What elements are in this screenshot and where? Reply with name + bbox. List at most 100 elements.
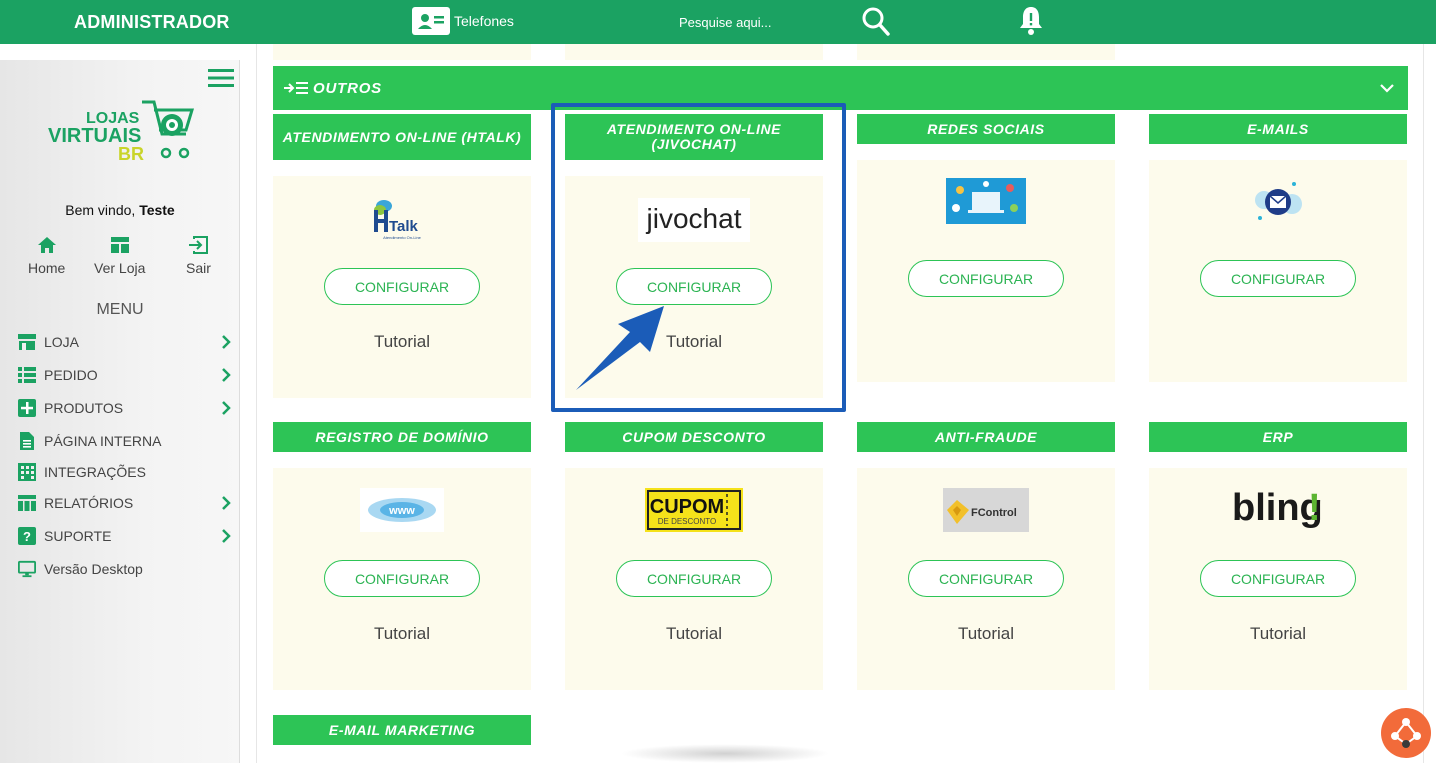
scroll-shadow [620,744,830,763]
chevron-right-icon [222,401,231,415]
card-body: jivochat CONFIGURAR Tutorial [565,176,823,398]
sidebar-item-label: Versão Desktop [44,561,143,577]
social-network-image [946,178,1026,224]
quick-link-home[interactable]: Home [28,236,65,276]
configure-button[interactable]: CONFIGURAR [1200,260,1356,297]
card-title: REGISTRO DE DOMÍNIO [273,422,531,452]
bling-logo: bling ! [1230,482,1326,534]
brand-title: ADMINISTRADOR [74,12,230,32]
tutorial-link[interactable]: Tutorial [565,332,823,352]
menu-title: MENU [96,301,144,318]
card-title: ANTI-FRAUDE [857,422,1115,452]
sidebar-item-label: PRODUTOS [44,400,124,416]
support-widget-button[interactable] [1381,708,1431,758]
sidebar-item-label: SUPORTE [44,528,112,544]
integration-card-jivochat: ATENDIMENTO ON-LINE (JIVOCHAT) jivochat … [565,114,823,398]
tutorial-link[interactable]: Tutorial [565,624,823,644]
monitor-icon [18,560,36,578]
card-remnant [857,44,1115,60]
store-logo: LOJAS VIRTUAIS BR [46,96,196,166]
welcome-text: Bem vindo, Teste [0,202,240,218]
plus-box-icon [18,399,36,417]
configure-button[interactable]: CONFIGURAR [324,268,480,305]
logout-icon [189,236,209,254]
quick-link-ver-loja[interactable]: Ver Loja [94,236,145,276]
htalk-logo: Talk Atendimento On-Line [370,198,434,242]
search-icon[interactable] [860,4,892,38]
integration-card-htalk: ATENDIMENTO ON-LINE (HTALK) Talk Atendim… [273,114,531,398]
integration-card-cupom-desconto: CUPOM DESCONTO CUPOM DE DESCONTO CONFIGU… [565,422,823,690]
configure-button[interactable]: CONFIGURAR [1200,560,1356,597]
card-title: ERP [1149,422,1407,452]
hamburger-menu-icon[interactable] [208,68,234,88]
tutorial-link[interactable]: Tutorial [1149,624,1407,644]
home-icon [37,237,56,253]
phones-link[interactable]: Telefones [412,6,514,36]
contact-card-icon [412,7,450,35]
configure-button[interactable]: CONFIGURAR [908,260,1064,297]
email-icon [1250,178,1306,226]
card-body: CONFIGURAR [1149,160,1407,382]
network-nodes-icon [1391,718,1421,748]
tutorial-link[interactable]: Tutorial [273,624,531,644]
domain-logo: www [360,488,444,532]
integration-card-registro-dominio: REGISTRO DE DOMÍNIO www CONFIGURAR Tutor… [273,422,531,690]
help-box-icon: ? [18,527,36,545]
sidebar-item-integracoes[interactable]: INTEGRAÇÕES [18,460,234,484]
card-title: CUPOM DESCONTO [565,422,823,452]
configure-button[interactable]: CONFIGURAR [324,560,480,597]
sidebar-item-pagina-interna[interactable]: PÁGINA INTERNA [18,429,234,453]
integration-card-emails: E-MAILS CONFIGURAR [1149,114,1407,382]
welcome-user: Teste [139,202,175,218]
sidebar-item-versao-desktop[interactable]: Versão Desktop [18,557,234,581]
bling-logo-mark: ! [1308,487,1321,529]
card-body: bling ! CONFIGURAR Tutorial [1149,468,1407,690]
sidebar-item-label: PEDIDO [44,367,98,383]
tutorial-link[interactable]: Tutorial [857,624,1115,644]
fcontrol-logo-text: FControl [971,507,1017,519]
integration-card-anti-fraude: ANTI-FRAUDE FControl CONFIGURAR Tutorial [857,422,1115,690]
card-body: CUPOM DE DESCONTO CONFIGURAR Tutorial [565,468,823,690]
building-icon [18,463,36,481]
card-body: www CONFIGURAR Tutorial [273,468,531,690]
card-remnant [273,44,531,60]
coupon-logo: CUPOM DE DESCONTO [645,488,743,532]
sidebar-item-produtos[interactable]: PRODUTOS [18,396,234,420]
phones-label: Telefones [454,13,514,29]
card-title: ATENDIMENTO ON-LINE (JIVOCHAT) [565,114,823,160]
sidebar-item-label: PÁGINA INTERNA [44,433,162,449]
sidebar-item-label: RELATÓRIOS [44,495,134,511]
top-bar: ADMINISTRADOR Telefones [0,0,1436,44]
quick-link-label: Sair [186,260,211,276]
store-icon [18,333,36,351]
list-icon [18,366,36,384]
card-title: E-MAIL MARKETING [273,715,531,745]
sidebar-item-loja[interactable]: LOJA [18,330,234,354]
tutorial-link[interactable]: Tutorial [273,332,531,352]
integration-card-email-marketing: E-MAIL MARKETING [273,715,531,745]
configure-button[interactable]: CONFIGURAR [908,560,1064,597]
sidebar-item-pedido[interactable]: PEDIDO [18,363,234,387]
card-body: CONFIGURAR [857,160,1115,382]
integration-card-erp: ERP bling ! CONFIGURAR Tutorial [1149,422,1407,690]
coupon-logo-sub: DE DESCONTO [658,517,717,526]
jivochat-logo-text: jivochat [646,203,742,234]
quick-link-label: Ver Loja [94,260,146,276]
card-body: Talk Atendimento On-Line CONFIGURAR Tuto… [273,176,531,398]
quick-link-label: Home [28,260,66,276]
configure-button[interactable]: CONFIGURAR [616,268,772,305]
htalk-logo-sub: Atendimento On-Line [383,235,422,240]
welcome-prefix: Bem vindo, [65,202,136,218]
sidebar-item-label: LOJA [44,334,80,350]
domain-logo-text: www [388,505,415,517]
section-header-outros[interactable]: OUTROS [273,66,1408,110]
sidebar-item-relatorios[interactable]: RELATÓRIOS [18,491,234,515]
quick-link-sair[interactable]: Sair [186,236,211,276]
bell-icon[interactable] [1016,4,1046,36]
card-title: ATENDIMENTO ON-LINE (HTALK) [273,114,531,160]
logo-line3: BR [118,144,144,164]
search-input[interactable] [640,10,850,34]
integration-card-redes-sociais: REDES SOCIAIS CONFIGURAR [857,114,1115,382]
sidebar-item-suporte[interactable]: ? SUPORTE [18,524,234,548]
configure-button[interactable]: CONFIGURAR [616,560,772,597]
